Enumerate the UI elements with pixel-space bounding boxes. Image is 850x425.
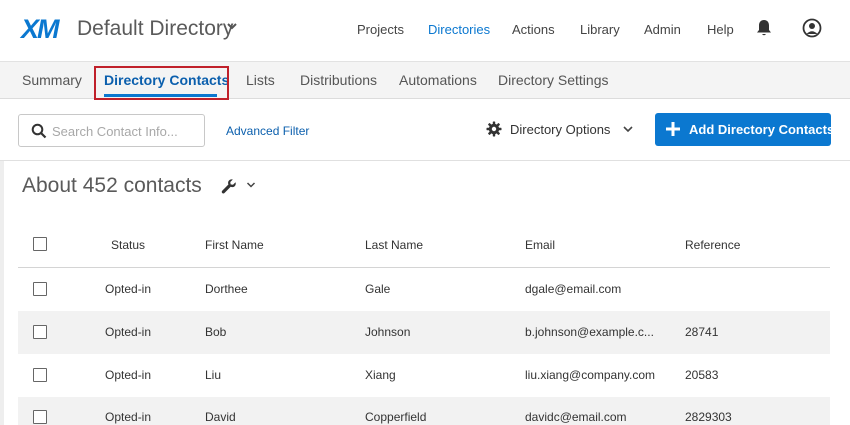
column-header-first-name[interactable]: First Name xyxy=(205,238,264,252)
chevron-down-icon[interactable] xyxy=(224,18,240,34)
wrench-icon[interactable] xyxy=(221,178,237,194)
table-row[interactable]: Opted-in Dorthee Gale dgale@email.com xyxy=(18,268,830,311)
toolbar-divider xyxy=(0,160,850,161)
cell-first-name: Bob xyxy=(205,325,227,339)
nav-actions[interactable]: Actions xyxy=(512,22,555,37)
top-header: XM Default Directory Projects Directorie… xyxy=(0,0,850,62)
cell-status: Opted-in xyxy=(105,410,152,424)
row-checkbox[interactable] xyxy=(33,410,47,424)
cell-last-name: Copperfield xyxy=(365,410,427,424)
user-avatar-icon[interactable] xyxy=(802,18,822,38)
tab-lists[interactable]: Lists xyxy=(246,72,275,88)
nav-directories[interactable]: Directories xyxy=(428,22,490,37)
search-icon xyxy=(31,123,47,139)
tab-distributions[interactable]: Distributions xyxy=(300,72,377,88)
xm-logo[interactable]: XM xyxy=(21,14,59,45)
table-row[interactable]: Opted-in Liu Xiang liu.xiang@company.com… xyxy=(18,354,830,397)
tab-directory-settings[interactable]: Directory Settings xyxy=(498,72,608,88)
directory-options-button[interactable]: Directory Options xyxy=(510,122,610,137)
tab-automations[interactable]: Automations xyxy=(399,72,477,88)
row-checkbox[interactable] xyxy=(33,325,47,339)
add-contacts-label: Add Directory Contacts xyxy=(689,122,835,137)
cell-reference: 2829303 xyxy=(685,410,732,424)
contacts-count: About 452 contacts xyxy=(22,174,202,197)
table-row[interactable]: Opted-in David Copperfield davidc@email.… xyxy=(18,397,830,425)
row-checkbox[interactable] xyxy=(33,368,47,382)
cell-status: Opted-in xyxy=(105,325,152,339)
left-edge-bar xyxy=(0,161,4,425)
cell-email: liu.xiang@company.com xyxy=(525,368,656,382)
row-checkbox[interactable] xyxy=(33,282,47,296)
advanced-filter-link[interactable]: Advanced Filter xyxy=(226,124,309,138)
nav-library[interactable]: Library xyxy=(580,22,620,37)
cell-first-name: Dorthee xyxy=(205,282,248,296)
table-row[interactable]: Opted-in Bob Johnson b.johnson@example.c… xyxy=(18,311,830,354)
cell-status: Opted-in xyxy=(105,368,152,382)
plus-icon xyxy=(666,122,680,136)
gear-icon[interactable] xyxy=(486,121,502,137)
column-header-status[interactable]: Status xyxy=(111,238,145,252)
chevron-down-icon[interactable] xyxy=(622,124,634,134)
cell-last-name: Gale xyxy=(365,282,391,296)
cell-reference: 20583 xyxy=(685,368,719,382)
chevron-down-icon[interactable] xyxy=(246,181,256,189)
cell-last-name: Johnson xyxy=(365,325,411,339)
cell-reference: 28741 xyxy=(685,325,719,339)
add-directory-contacts-button[interactable]: Add Directory Contacts xyxy=(655,113,835,146)
cell-first-name: Liu xyxy=(205,368,222,382)
column-header-reference[interactable]: Reference xyxy=(685,238,740,252)
cell-email: dgale@email.com xyxy=(525,282,622,296)
column-header-last-name[interactable]: Last Name xyxy=(365,238,423,252)
cell-first-name: David xyxy=(205,410,236,424)
tab-highlight-box xyxy=(94,66,229,100)
search-input[interactable] xyxy=(52,122,197,140)
nav-help[interactable]: Help xyxy=(707,22,734,37)
cell-status: Opted-in xyxy=(105,282,152,296)
bell-icon[interactable] xyxy=(756,19,772,37)
column-header-email[interactable]: Email xyxy=(525,238,555,252)
cell-last-name: Xiang xyxy=(365,368,396,382)
cell-email: davidc@email.com xyxy=(525,410,627,424)
cell-email: b.johnson@example.c... xyxy=(525,325,654,339)
nav-projects[interactable]: Projects xyxy=(357,22,404,37)
nav-admin[interactable]: Admin xyxy=(644,22,681,37)
tab-summary[interactable]: Summary xyxy=(22,72,82,88)
directory-title[interactable]: Default Directory xyxy=(77,17,233,41)
search-box[interactable] xyxy=(18,114,205,147)
select-all-checkbox[interactable] xyxy=(33,237,47,251)
